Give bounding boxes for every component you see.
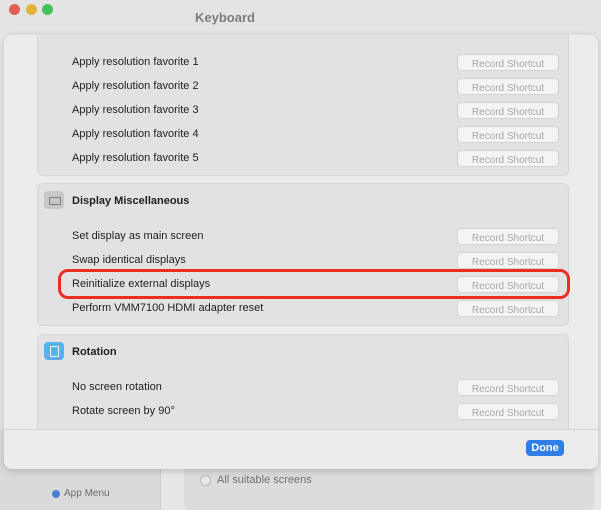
record-shortcut-button[interactable]: Record Shortcut [457,228,559,245]
window-title: Keyboard [195,10,255,25]
list-item: Set display as main screen Record Shortc… [38,226,568,248]
radio-button-icon[interactable] [200,474,211,486]
shortcut-label: Apply resolution favorite 2 [72,80,199,92]
list-item: Apply resolution favorite 3 Record Short… [38,100,568,122]
shortcut-label: Rotate screen by 90° [72,405,175,417]
resolution-favorites-panel: Apply resolution favorite 1 Record Short… [37,35,569,176]
record-shortcut-button[interactable]: Record Shortcut [457,379,559,396]
list-item: Swap identical displays Record Shortcut [38,250,568,272]
list-item: Apply resolution favorite 4 Record Short… [38,124,568,146]
shortcut-label: Apply resolution favorite 5 [72,152,199,164]
display-icon [44,191,64,209]
sidebar-item-app-menu[interactable]: App Menu [52,488,110,499]
record-shortcut-button[interactable]: Record Shortcut [457,102,559,119]
display-miscellaneous-panel: Display Miscellaneous Set display as mai… [37,183,569,326]
all-screens-label: All suitable screens [217,474,312,486]
done-button[interactable]: Done [526,440,564,456]
record-shortcut-button[interactable]: Record Shortcut [457,252,559,269]
record-shortcut-button[interactable]: Record Shortcut [457,78,559,95]
record-shortcut-button[interactable]: Record Shortcut [457,300,559,317]
app-menu-label: App Menu [64,488,110,499]
panel-header: Display Miscellaneous [38,184,568,214]
keyboard-shortcuts-sheet: Apply resolution favorite 1 Record Short… [4,35,598,469]
all-screens-option[interactable]: All suitable screens [200,474,312,486]
shortcut-label: Apply resolution favorite 1 [72,56,199,68]
list-item: Apply resolution favorite 2 Record Short… [38,76,568,98]
list-item: Reinitialize external displays Record Sh… [38,274,568,296]
shortcut-label: Swap identical displays [72,254,186,266]
rotation-panel: Rotation No screen rotation Record Short… [37,334,569,429]
panel-header: Rotation [38,335,568,365]
panel-title: Rotation [72,346,117,358]
background-settings-panel [184,462,594,510]
app-menu-icon [52,489,60,498]
rotation-icon [44,342,64,360]
sheet-footer: Done [4,429,598,469]
list-item: Apply resolution favorite 1 Record Short… [38,52,568,74]
shortcuts-scroll-area[interactable]: Apply resolution favorite 1 Record Short… [4,35,598,429]
record-shortcut-button[interactable]: Record Shortcut [457,126,559,143]
record-shortcut-button[interactable]: Record Shortcut [457,403,559,420]
shortcut-label: Set display as main screen [72,230,204,242]
shortcut-label: Reinitialize external displays [72,278,211,290]
record-shortcut-button[interactable]: Record Shortcut [457,276,559,293]
record-shortcut-button[interactable]: Record Shortcut [457,150,559,167]
record-shortcut-button[interactable]: Record Shortcut [457,54,559,71]
list-item: No screen rotation Record Shortcut [38,377,568,399]
panel-title: Display Miscellaneous [72,195,190,207]
shortcut-label: Apply resolution favorite 3 [72,104,199,116]
shortcut-label: No screen rotation [72,381,162,393]
shortcut-label: Apply resolution favorite 4 [72,128,199,140]
list-item: Perform VMM7100 HDMI adapter reset Recor… [38,298,568,320]
title-bar: Keyboard [0,0,601,34]
list-item: Rotate screen by 90° Record Shortcut [38,401,568,423]
shortcut-label: Perform VMM7100 HDMI adapter reset [72,302,264,314]
list-item: Apply resolution favorite 5 Record Short… [38,148,568,170]
